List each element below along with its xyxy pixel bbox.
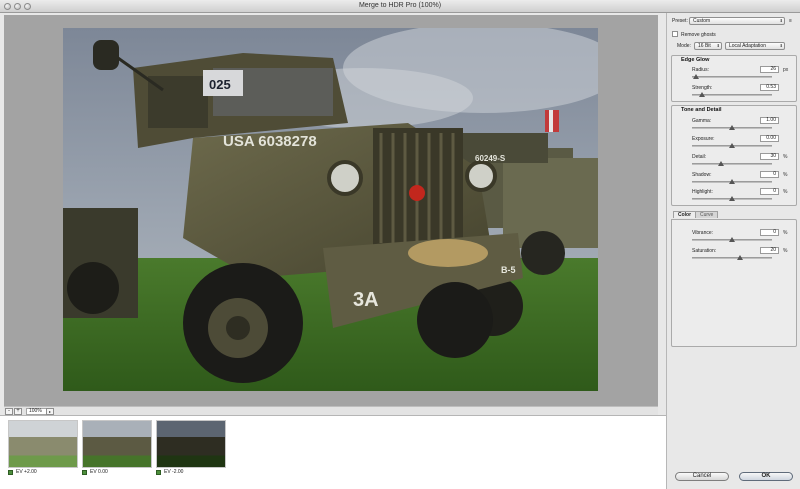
method-select[interactable]: Local Adaptation ⬍ bbox=[725, 42, 785, 50]
source-label-2[interactable]: EV 0.00 bbox=[82, 469, 108, 475]
saturation-unit: % bbox=[783, 248, 788, 254]
zoom-menu-arrow-icon[interactable]: ▸ bbox=[46, 408, 54, 415]
preset-label: Preset: bbox=[672, 18, 688, 24]
hdr-preview-image[interactable]: 025 USA 6038278 60249-S 3A B-5 bbox=[63, 28, 598, 391]
remove-ghosts-checkbox[interactable] bbox=[672, 31, 678, 37]
highlight-unit: % bbox=[783, 189, 788, 195]
source-label-1[interactable]: EV +2.00 bbox=[8, 469, 37, 475]
preview-canvas[interactable]: 025 USA 6038278 60249-S 3A B-5 bbox=[4, 15, 658, 406]
mode-label: Mode: bbox=[677, 43, 691, 49]
gamma-field[interactable]: 1.00 bbox=[760, 117, 779, 124]
include-checkbox-icon[interactable] bbox=[156, 469, 161, 475]
source-thumbnail-3[interactable] bbox=[156, 420, 226, 468]
exposure-label: Exposure: bbox=[692, 136, 715, 142]
strength-slider[interactable] bbox=[692, 92, 772, 97]
shadow-label: Shadow: bbox=[692, 172, 712, 178]
tone-detail-group: Tone and Detail Gamma: 1.00 Exposure: 0.… bbox=[671, 105, 797, 206]
remove-ghosts-label: Remove ghosts bbox=[681, 32, 716, 38]
exposure-slider-knob[interactable] bbox=[729, 143, 735, 148]
radius-slider-knob[interactable] bbox=[693, 74, 699, 79]
include-checkbox-icon[interactable] bbox=[8, 469, 13, 475]
saturation-label: Saturation: bbox=[692, 248, 717, 254]
bumper-mark-2: B-5 bbox=[501, 265, 516, 275]
vibrance-field[interactable]: 0 bbox=[760, 229, 779, 236]
saturation-field[interactable]: 20 bbox=[760, 247, 779, 254]
exposure-value-1: EV +2.00 bbox=[16, 469, 37, 475]
hood-serial: USA 6038278 bbox=[223, 133, 317, 150]
gamma-slider[interactable] bbox=[692, 125, 772, 130]
shadow-unit: % bbox=[783, 172, 788, 178]
zoom-in-button[interactable]: + bbox=[14, 408, 22, 415]
radius-slider[interactable] bbox=[692, 74, 772, 79]
tab-color[interactable]: Color bbox=[673, 211, 697, 218]
ok-button[interactable]: OK bbox=[739, 472, 793, 481]
edge-glow-group: Edge Glow Radius: 26 px Strength: 0.53 bbox=[671, 55, 797, 102]
vibrance-label: Vibrance: bbox=[692, 230, 714, 236]
preview-area: 025 USA 6038278 60249-S 3A B-5 - + 100% … bbox=[0, 13, 666, 415]
exposure-slider[interactable] bbox=[692, 143, 772, 148]
highlight-slider-knob[interactable] bbox=[729, 196, 735, 201]
color-curve-tabs: Color Curve bbox=[671, 210, 797, 219]
vibrance-slider-knob[interactable] bbox=[729, 237, 735, 242]
radius-unit: px bbox=[783, 67, 789, 73]
highlight-field[interactable]: 0 bbox=[760, 188, 779, 195]
select-arrows-icon: ⬍ bbox=[716, 43, 720, 48]
detail-slider-knob[interactable] bbox=[717, 161, 724, 166]
preset-value: Custom bbox=[693, 18, 711, 24]
tone-detail-title: Tone and Detail bbox=[681, 107, 722, 113]
title-bar: Merge to HDR Pro (100%) bbox=[0, 0, 800, 13]
exposure-value-2: EV 0.00 bbox=[90, 469, 108, 475]
radius-label: Radius: bbox=[692, 67, 709, 73]
shadow-slider[interactable] bbox=[692, 179, 772, 184]
vibrance-slider[interactable] bbox=[692, 237, 772, 242]
hdr-settings-panel: Preset: Custom ⬍ ≡ Remove ghosts Mode: 1… bbox=[666, 13, 800, 489]
vibrance-unit: % bbox=[783, 230, 788, 236]
source-thumbnail-2[interactable] bbox=[82, 420, 152, 468]
detail-label: Detail: bbox=[692, 154, 707, 160]
shadow-slider-knob[interactable] bbox=[729, 179, 735, 184]
source-filmstrip: EV +2.00 EV 0.00 EV -2.00 bbox=[0, 415, 666, 489]
select-arrows-icon: ⬍ bbox=[779, 18, 783, 23]
window-title: Merge to HDR Pro (100%) bbox=[358, 2, 442, 9]
bit-depth-select[interactable]: 16 Bit ⬍ bbox=[694, 42, 722, 50]
second-truck-serial: 60249-S bbox=[475, 154, 506, 163]
color-group: Vibrance: 0 % Saturation: 20 % bbox=[671, 219, 797, 347]
radius-field[interactable]: 26 bbox=[760, 66, 779, 73]
preset-select[interactable]: Custom ⬍ bbox=[689, 17, 785, 25]
method-value: Local Adaptation bbox=[729, 43, 766, 49]
detail-field[interactable]: 30 bbox=[760, 153, 779, 160]
gamma-label: Gamma: bbox=[692, 118, 712, 124]
exposure-field[interactable]: 0.00 bbox=[760, 135, 779, 142]
cancel-button[interactable]: Cancel bbox=[675, 472, 729, 481]
zoom-out-button[interactable]: - bbox=[5, 408, 13, 415]
select-arrows-icon: ⬍ bbox=[779, 43, 783, 48]
source-label-3[interactable]: EV -2.00 bbox=[156, 469, 183, 475]
bit-depth-value: 16 Bit bbox=[698, 43, 711, 49]
preset-menu-icon[interactable]: ≡ bbox=[789, 18, 792, 24]
saturation-slider-knob[interactable] bbox=[737, 255, 743, 260]
include-checkbox-icon[interactable] bbox=[82, 469, 87, 475]
exposure-value-3: EV -2.00 bbox=[164, 469, 184, 475]
door-number: 025 bbox=[209, 77, 231, 92]
truck-photo: 025 USA 6038278 60249-S 3A B-5 bbox=[63, 28, 598, 391]
edge-glow-title: Edge Glow bbox=[681, 57, 710, 63]
zoom-bar: - + 100% ▸ bbox=[4, 406, 658, 415]
detail-unit: % bbox=[783, 154, 788, 160]
source-thumbnail-1[interactable] bbox=[8, 420, 78, 468]
gamma-slider-knob[interactable] bbox=[729, 125, 735, 130]
strength-field[interactable]: 0.53 bbox=[760, 84, 779, 91]
saturation-slider[interactable] bbox=[692, 255, 772, 260]
highlight-slider[interactable] bbox=[692, 196, 772, 201]
shadow-field[interactable]: 0 bbox=[760, 171, 779, 178]
bumper-mark: 3A bbox=[353, 289, 379, 311]
highlight-label: Highlight: bbox=[692, 189, 713, 195]
tab-curve[interactable]: Curve bbox=[695, 211, 719, 218]
strength-slider-knob[interactable] bbox=[698, 92, 705, 97]
strength-label: Strength: bbox=[692, 85, 713, 91]
detail-slider[interactable] bbox=[692, 161, 772, 166]
